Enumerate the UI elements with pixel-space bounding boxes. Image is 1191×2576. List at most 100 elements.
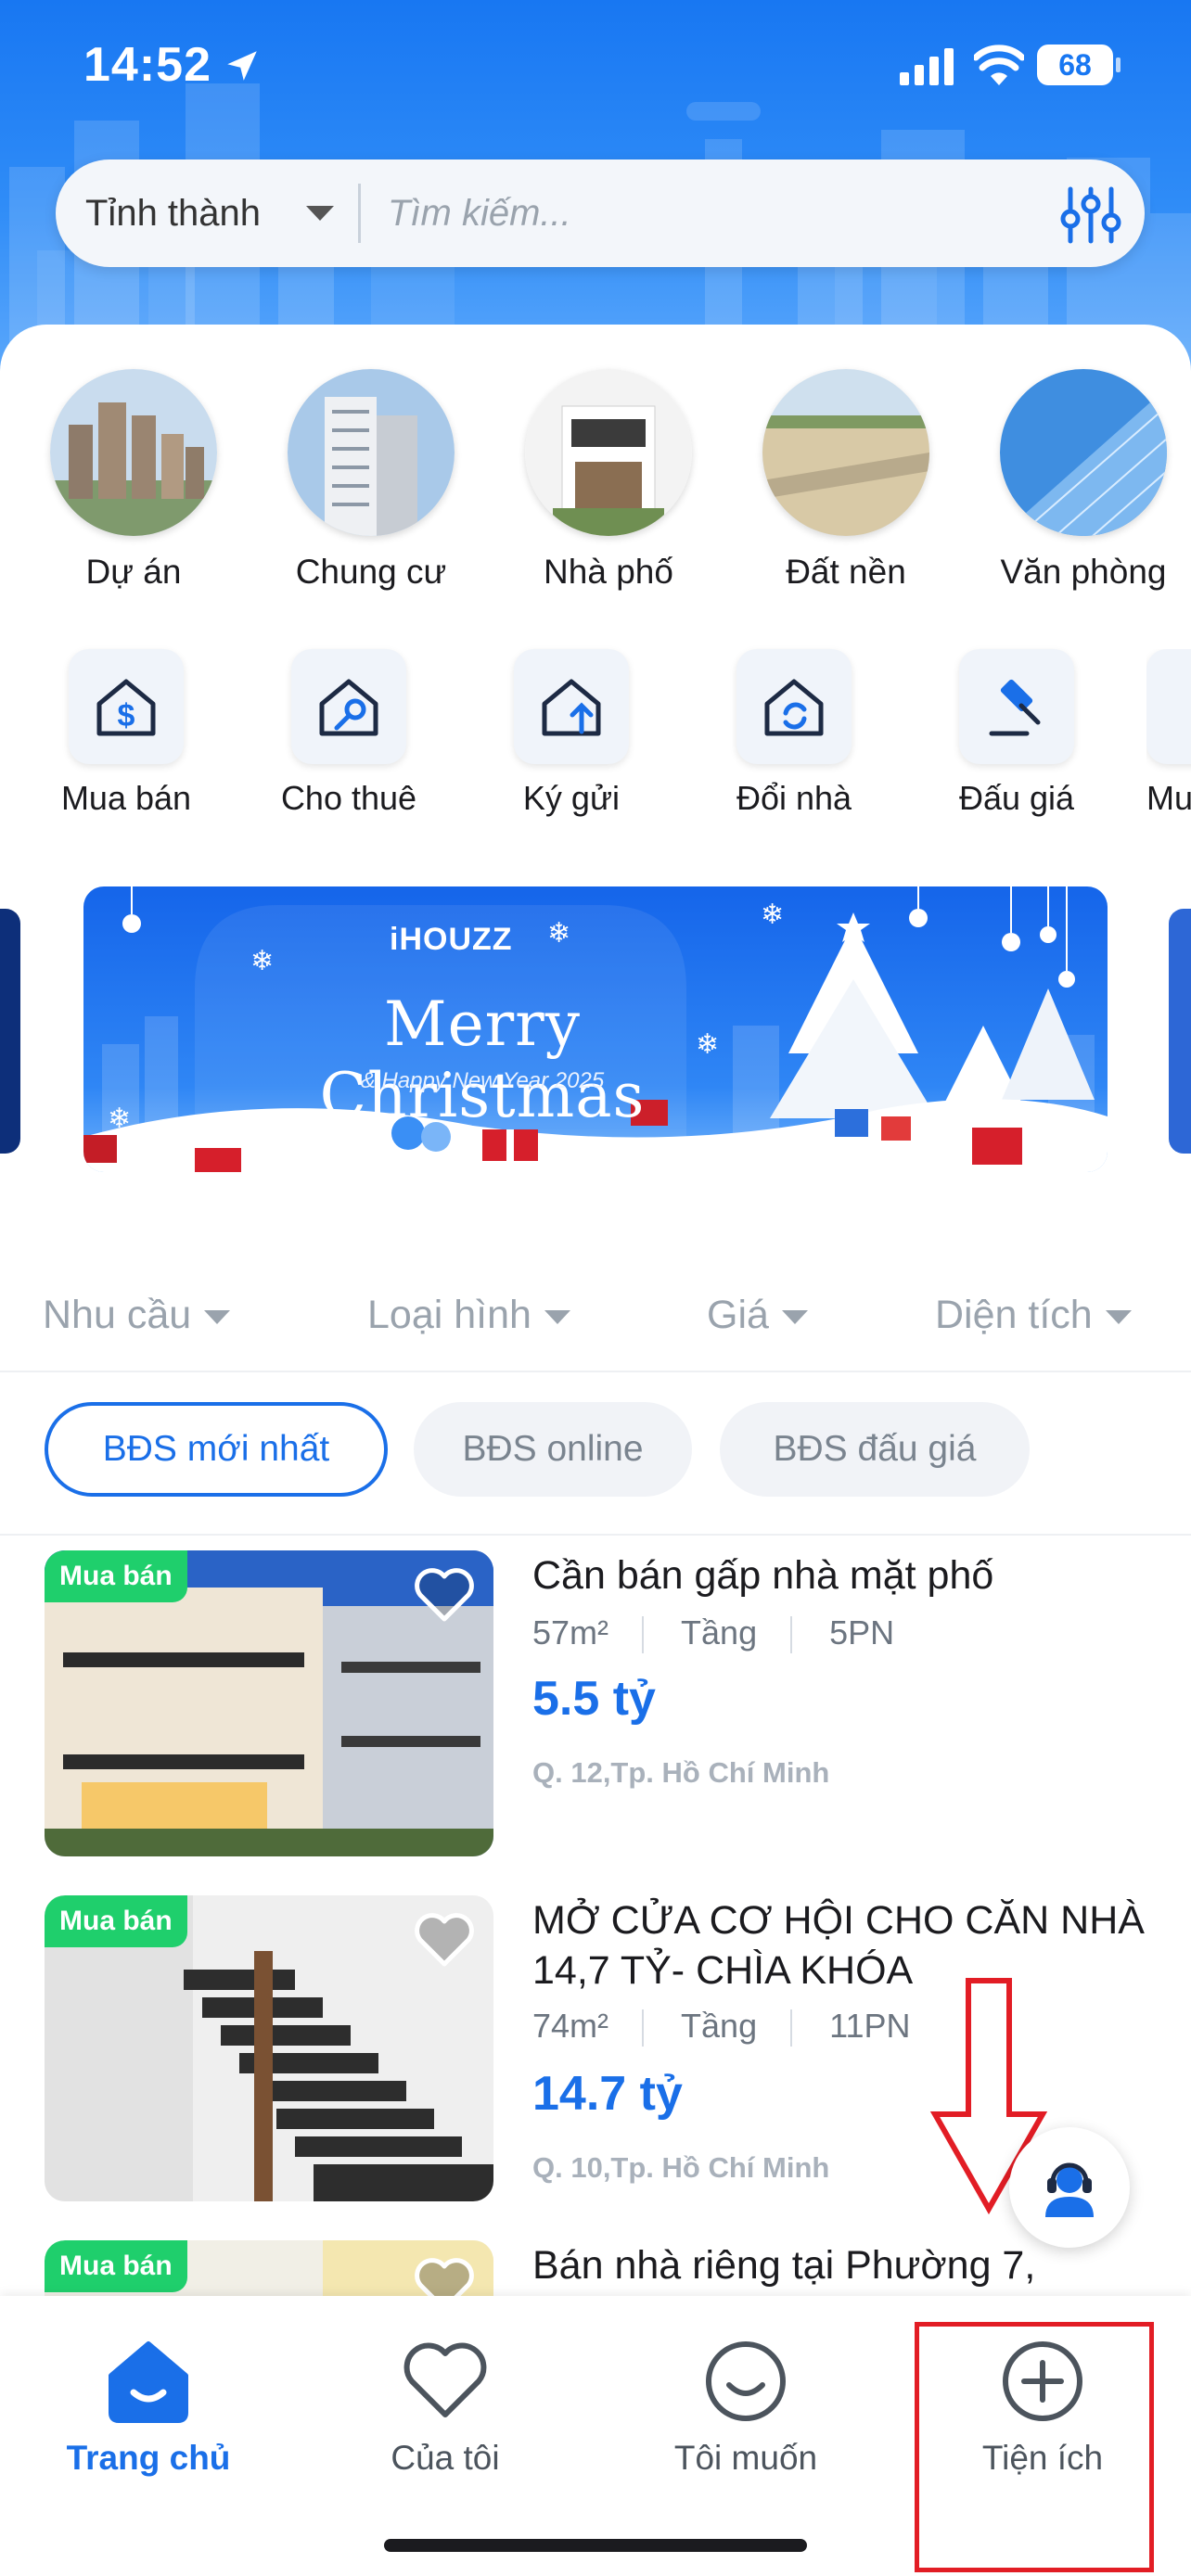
category-label: Dự án: [85, 553, 182, 591]
gavel-icon: [989, 679, 1041, 736]
service-cho-thue[interactable]: Cho thuê: [256, 649, 442, 818]
filter-nhu-cau[interactable]: Nhu cầu: [43, 1293, 231, 1338]
service-label: Ký gửi: [522, 779, 621, 817]
filter-gia[interactable]: Giá: [707, 1293, 808, 1338]
search-divider: [358, 184, 361, 243]
filter-loai-hinh[interactable]: Loại hình: [367, 1293, 570, 1338]
listing-badge: Mua bán: [45, 2240, 187, 2292]
home-indicator[interactable]: [384, 2539, 807, 2552]
status-bar: 14:52 68: [0, 0, 1191, 130]
tab-bds-moi-nhat[interactable]: BĐS mới nhất: [45, 1402, 388, 1497]
listing-area: 74m²: [532, 2007, 609, 2045]
category-dat-nen[interactable]: Đất nền: [735, 369, 957, 592]
category-nha-pho[interactable]: Nhà phố: [497, 369, 720, 592]
banner-headline: Merry Christmas: [319, 988, 646, 1131]
listing-title: Bán nhà riêng tại Phường 7,: [532, 2243, 1036, 2288]
tab-bds-online[interactable]: BĐS online: [414, 1402, 692, 1497]
service-label: Mua bán: [60, 779, 192, 817]
favorite-heart-icon[interactable]: [414, 2257, 475, 2296]
service-row: $ Mua bán Cho thuê Ký gửi Đổi nhà Đấu gi…: [0, 649, 1191, 818]
category-label: Văn phòng: [1000, 553, 1167, 591]
service-label: Cho thuê: [280, 779, 417, 817]
project-thumbnail: [50, 369, 217, 536]
listing-badge: Mua bán: [45, 1550, 187, 1602]
listing-badge: Mua bán: [45, 1895, 187, 1947]
listing-floor: Tầng: [681, 1613, 758, 1651]
filter-label: Diện tích: [935, 1293, 1093, 1337]
status-time: 14:52: [83, 38, 211, 92]
townhouse-thumbnail: [525, 369, 692, 536]
section-divider: [0, 1534, 1191, 1536]
tab-bds-dau-gia[interactable]: BĐS đấu giá: [720, 1402, 1030, 1497]
caret-down-icon: [204, 1310, 231, 1325]
support-chat-button[interactable]: [1009, 2127, 1130, 2248]
caret-down-icon: [1105, 1310, 1132, 1325]
favorite-heart-icon[interactable]: [414, 1912, 475, 1968]
section-divider: [0, 1371, 1191, 1372]
listing-area: 57m²: [532, 1613, 609, 1651]
category-du-an[interactable]: Dự án: [22, 369, 245, 592]
listing-price: 5.5 tỷ: [532, 1672, 656, 1726]
land-thumbnail: [762, 369, 929, 536]
filter-label: Nhu cầu: [43, 1293, 192, 1337]
heart-icon: [403, 2342, 487, 2417]
province-dropdown[interactable]: Tỉnh thành: [85, 193, 261, 235]
house-upload-icon: [542, 679, 601, 736]
wifi-icon: [974, 45, 1024, 85]
category-label: Nhà phố: [544, 553, 673, 591]
promo-banner[interactable]: ❄ ❄ ❄ ❄ ❄ iHOUZZ Merry Christmas & Happy New…: [83, 886, 1108, 1172]
nav-label: Tôi muốn: [673, 2439, 818, 2477]
house-dollar-icon: $: [96, 679, 156, 736]
listing-photo: Mua bán: [45, 1895, 493, 2201]
filter-row: Nhu cầu Loại hình Giá Diện tích: [0, 1280, 1191, 1354]
nav-cua-toi[interactable]: Của tôi: [297, 2337, 594, 2478]
category-label: Đất nền: [786, 553, 906, 591]
service-partial[interactable]: Mu: [1146, 649, 1191, 818]
listing-photo: Mua bán: [45, 1550, 493, 1856]
caret-down-icon[interactable]: [306, 206, 334, 221]
svg-text:❄: ❄: [108, 1103, 131, 1135]
category-van-phong[interactable]: Văn phòng: [972, 369, 1191, 592]
filter-label: Giá: [707, 1293, 769, 1337]
listing-rooms: 11PN: [829, 2007, 911, 2045]
filter-sliders-icon[interactable]: [1057, 182, 1124, 249]
caret-down-icon: [781, 1310, 808, 1325]
svg-text:❄: ❄: [761, 899, 784, 931]
service-dau-gia[interactable]: Đấu giá: [924, 649, 1109, 818]
house-key-icon: [319, 679, 378, 736]
service-doi-nha[interactable]: Đổi nhà: [701, 649, 887, 818]
listing-title: Cần bán gấp nhà mặt phố: [532, 1553, 994, 1598]
listing-card[interactable]: Mua bán Cần bán gấp nhà mặt phố 57m² Tầng…: [45, 1550, 1148, 1856]
service-label: Đấu giá: [958, 779, 1075, 817]
service-ky-gui[interactable]: Ký gửi: [479, 649, 664, 818]
cellular-signal-icon: [900, 48, 954, 85]
listing-address: Q. 10,Tp. Hồ Chí Minh: [532, 2151, 830, 2184]
listing-floor: Tầng: [681, 2007, 758, 2045]
banner-next-peek[interactable]: [1169, 909, 1191, 1154]
listing-rooms: 5PN: [829, 1613, 895, 1651]
nav-trang-chu[interactable]: Trang chủ: [0, 2337, 297, 2478]
house-exchange-icon: [764, 679, 824, 736]
nav-label: Của tôi: [391, 2439, 500, 2477]
favorite-heart-icon[interactable]: [414, 1567, 475, 1623]
category-label: Chung cư: [295, 553, 447, 591]
search-input[interactable]: [388, 185, 963, 241]
category-row: Dự án Chung cư Nhà phố Đất nền Văn phòng: [0, 369, 1191, 601]
svg-text:❄: ❄: [250, 945, 274, 977]
listing-photo: Mua bán: [45, 2240, 493, 2296]
caret-down-icon: [544, 1310, 570, 1325]
nav-toi-muon[interactable]: Tôi muốn: [597, 2337, 894, 2478]
svg-text:$: $: [118, 698, 135, 733]
banner-prev-peek[interactable]: [0, 909, 20, 1154]
listing-card[interactable]: Mua bán Bán nhà riêng tại Phường 7,: [45, 2240, 1148, 2296]
annotation-highlight-box: [915, 2322, 1154, 2572]
smile-icon: [706, 2341, 786, 2421]
service-mua-ban[interactable]: $ Mua bán: [33, 649, 219, 818]
filter-dien-tich[interactable]: Diện tích: [935, 1293, 1132, 1338]
filter-label: Loại hình: [367, 1293, 531, 1337]
listing-tabs: BĐS mới nhất BĐS online BĐS đấu giá: [0, 1402, 1191, 1500]
service-label: Đổi nhà: [736, 779, 852, 817]
search-bar: Tỉnh thành: [56, 159, 1145, 267]
category-chung-cu[interactable]: Chung cư: [260, 369, 482, 592]
banner-brand: iHOUZZ: [390, 922, 513, 957]
